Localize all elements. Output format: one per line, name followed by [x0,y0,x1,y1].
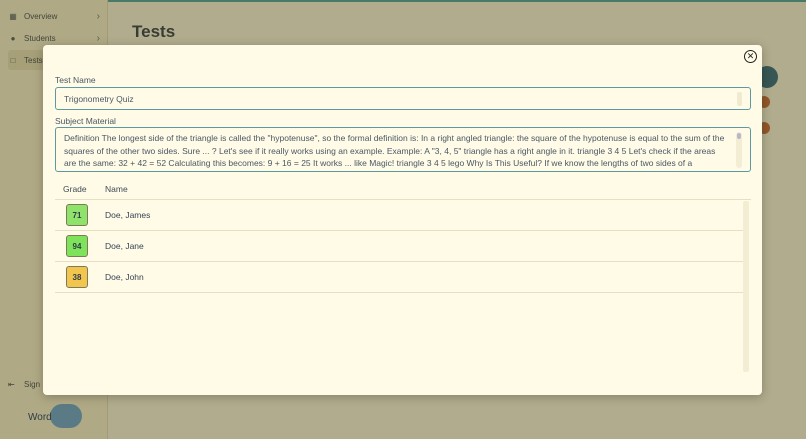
table-row[interactable]: 38 Doe, John [55,262,743,293]
subject-material-label: Subject Material [55,116,116,126]
logo-text: Word [28,411,52,423]
scrollbar[interactable] [743,201,749,372]
grades-table: Grade Name 71 Doe, James 94 Doe, Jane 38… [55,182,751,372]
test-details-modal: ✕ Test Name Trigonometry Quiz Subject Ma… [43,45,762,395]
student-name: Doe, John [105,272,144,282]
scrollbar[interactable] [737,92,742,106]
column-header-grade: Grade [63,184,87,194]
test-name-label: Test Name [55,75,96,85]
column-header-name: Name [105,184,128,194]
grade-badge: 94 [66,235,88,257]
close-icon[interactable]: ✕ [744,50,757,63]
table-row[interactable]: 71 Doe, James [55,200,743,231]
grade-badge: 71 [66,204,88,226]
scrollbar-thumb[interactable] [737,133,741,139]
test-name-value: Trigonometry Quiz [64,93,134,104]
table-row[interactable]: 94 Doe, Jane [55,231,743,262]
test-name-input[interactable]: Trigonometry Quiz [55,87,751,110]
subject-material-textarea[interactable]: Definition The longest side of the trian… [55,127,751,172]
student-name: Doe, Jane [105,241,144,251]
student-name: Doe, James [105,210,151,220]
subject-material-value: Definition The longest side of the trian… [64,133,725,168]
grade-badge: 38 [66,266,88,288]
